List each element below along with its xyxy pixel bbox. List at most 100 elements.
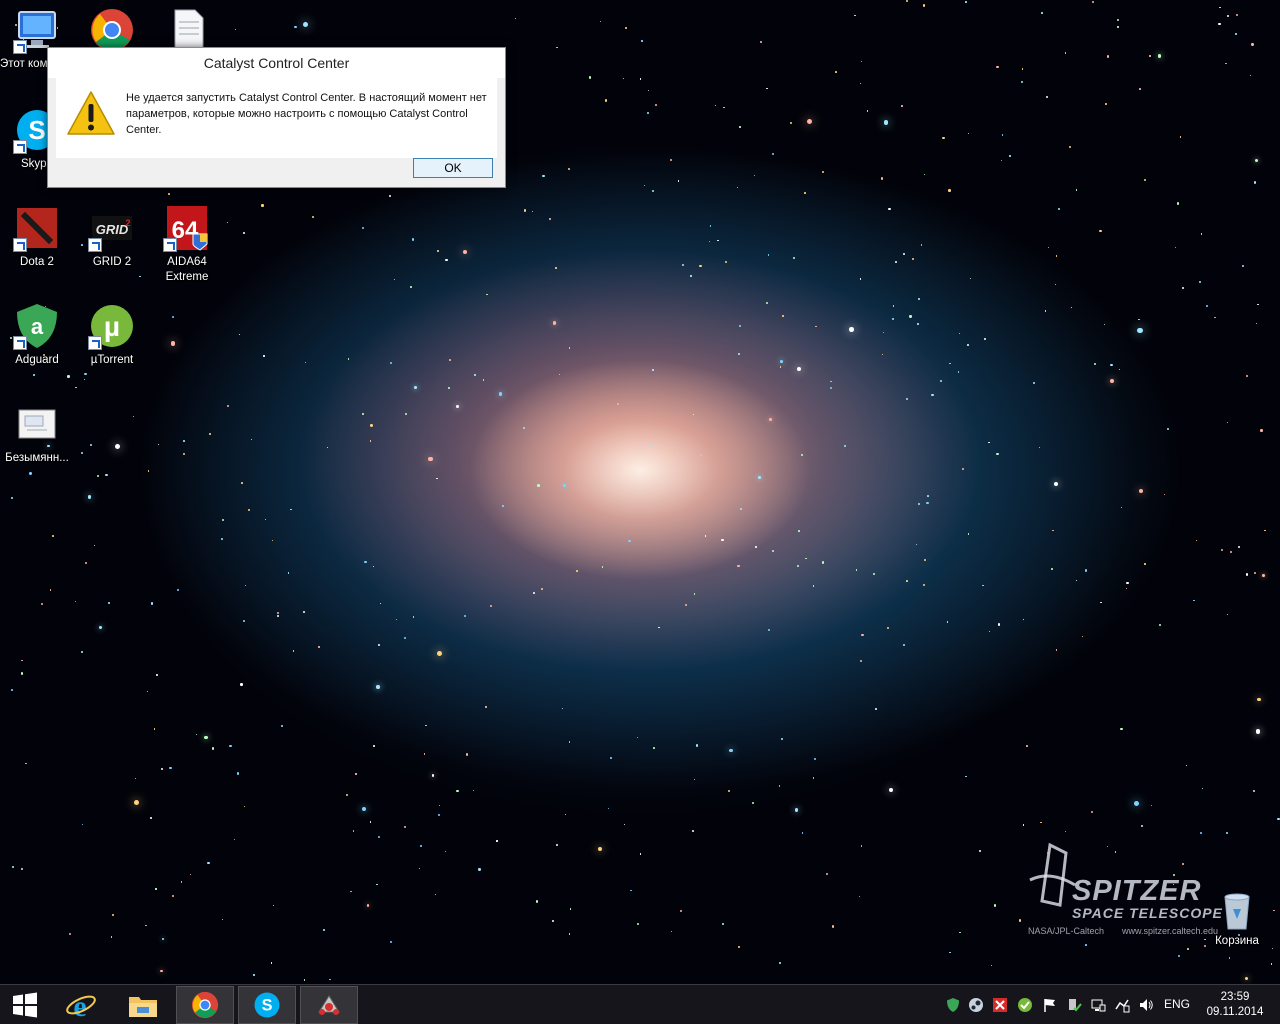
- wallpaper-star: [133, 800, 139, 806]
- wallpaper-star: [825, 872, 829, 876]
- wallpaper-star: [922, 4, 926, 7]
- wallpaper-star: [568, 933, 571, 935]
- wallpaper-star: [372, 565, 374, 567]
- wallpaper-star: [80, 452, 84, 455]
- wallpaper-star: [917, 502, 921, 505]
- wallpaper-star: [883, 120, 889, 126]
- adguard-tray-icon[interactable]: [945, 997, 961, 1013]
- desktop-icon-grid2[interactable]: GRID 2 GRID 2: [75, 204, 149, 270]
- wallpaper-star: [1251, 43, 1254, 46]
- wallpaper-star: [792, 256, 795, 259]
- wallpaper-star: [448, 387, 450, 390]
- ok-button[interactable]: OK: [413, 158, 493, 178]
- wallpaper-star: [110, 935, 113, 938]
- start-button[interactable]: [0, 986, 50, 1024]
- wallpaper-star: [1277, 817, 1280, 820]
- wallpaper-star: [693, 593, 696, 596]
- desktop-icon-utorrent[interactable]: µ µTorrent: [75, 302, 149, 368]
- wallpaper-star: [435, 477, 438, 480]
- wallpaper-star: [917, 323, 919, 325]
- wallpaper-star: [670, 158, 673, 161]
- wallpaper-star: [860, 60, 863, 63]
- wallpaper-star: [1054, 482, 1059, 487]
- wallpaper-star: [1221, 548, 1224, 551]
- wallpaper-star: [410, 286, 412, 288]
- wallpaper-star: [982, 584, 984, 587]
- wallpaper-star: [318, 646, 320, 648]
- wallpaper-star: [473, 790, 475, 792]
- wallpaper-star: [679, 910, 682, 913]
- wallpaper-star: [1045, 96, 1048, 98]
- wallpaper-star: [610, 757, 612, 759]
- taskbar-catalyst[interactable]: [300, 986, 358, 1024]
- system-clock[interactable]: 23:59 09.11.2014: [1200, 990, 1270, 1020]
- wallpaper-star: [84, 379, 86, 381]
- wallpaper-star: [139, 276, 141, 278]
- wallpaper-star: [1144, 563, 1146, 565]
- kaspersky-tray-icon[interactable]: [992, 997, 1008, 1013]
- wallpaper-star: [541, 587, 544, 590]
- wallpaper-star: [684, 604, 687, 607]
- power-icon[interactable]: [1114, 997, 1130, 1013]
- wallpaper-star: [366, 903, 370, 907]
- wallpaper-star: [273, 905, 275, 907]
- wallpaper-star: [1229, 550, 1232, 553]
- input-language-indicator[interactable]: ENG: [1164, 997, 1190, 1011]
- network-icon[interactable]: [1090, 997, 1106, 1013]
- action-center-flag-icon[interactable]: [1042, 997, 1058, 1013]
- wallpaper-star: [1116, 25, 1119, 28]
- wallpaper-star: [352, 830, 355, 832]
- dialog-title[interactable]: Catalyst Control Center: [48, 48, 505, 78]
- desktop-icon-dota2[interactable]: Dota 2: [0, 204, 74, 270]
- wallpaper-star: [780, 359, 783, 363]
- dialog-footer: OK: [48, 158, 505, 188]
- wallpaper-star: [727, 789, 730, 793]
- wallpaper-star: [1158, 624, 1161, 627]
- wallpaper-star: [395, 619, 398, 621]
- wallpaper-star: [502, 505, 504, 507]
- wallpaper-star: [474, 374, 476, 376]
- wallpaper-star: [171, 895, 174, 898]
- wallpaper-star: [425, 724, 427, 727]
- desktop-icon-aida64[interactable]: 64 AIDA64 Extreme: [150, 204, 224, 285]
- wallpaper-star: [1182, 863, 1184, 866]
- utorrent-tray-icon[interactable]: [1017, 997, 1033, 1013]
- desktop-icon-adguard[interactable]: a Adguard: [0, 302, 74, 368]
- taskbar-internet-explorer[interactable]: e: [52, 986, 110, 1024]
- taskbar-chrome[interactable]: [176, 986, 234, 1024]
- wallpaper-star: [329, 978, 331, 981]
- wallpaper-star: [858, 896, 860, 898]
- wallpaper-star: [361, 227, 365, 230]
- wallpaper-star: [1271, 963, 1273, 965]
- wallpaper-star: [532, 592, 535, 595]
- wallpaper-star: [134, 778, 136, 780]
- safely-remove-icon[interactable]: [1066, 997, 1082, 1013]
- wallpaper-star: [98, 625, 102, 629]
- wallpaper-star: [779, 366, 782, 368]
- desktop-icon-recycle-bin[interactable]: Корзина: [1206, 885, 1268, 947]
- svg-text:S: S: [28, 115, 45, 145]
- wallpaper-star: [1091, 810, 1094, 813]
- steam-tray-icon[interactable]: [968, 997, 984, 1013]
- volume-icon[interactable]: [1138, 997, 1154, 1013]
- wallpaper-star: [1120, 727, 1123, 731]
- wallpaper-star: [1021, 68, 1024, 70]
- wallpaper-star: [182, 452, 185, 455]
- wallpaper-star: [170, 340, 176, 346]
- wallpaper-star: [651, 189, 654, 192]
- wallpaper-star: [903, 643, 906, 646]
- desktop-icon-image-file[interactable]: Безымянн...: [0, 400, 74, 466]
- wallpaper-star: [287, 572, 290, 574]
- taskbar-skype[interactable]: S: [238, 986, 296, 1024]
- wallpaper-star: [1235, 13, 1238, 17]
- wallpaper-star: [766, 87, 768, 89]
- wallpaper-star: [523, 209, 527, 212]
- wallpaper-star: [822, 561, 825, 564]
- wallpaper-star: [859, 83, 861, 85]
- taskbar-file-explorer[interactable]: [114, 986, 172, 1024]
- wallpaper-star: [655, 104, 658, 107]
- wallpaper-star: [739, 126, 741, 128]
- wallpaper-star: [251, 439, 253, 441]
- wallpaper-star: [364, 560, 367, 563]
- wallpaper-star: [812, 584, 815, 587]
